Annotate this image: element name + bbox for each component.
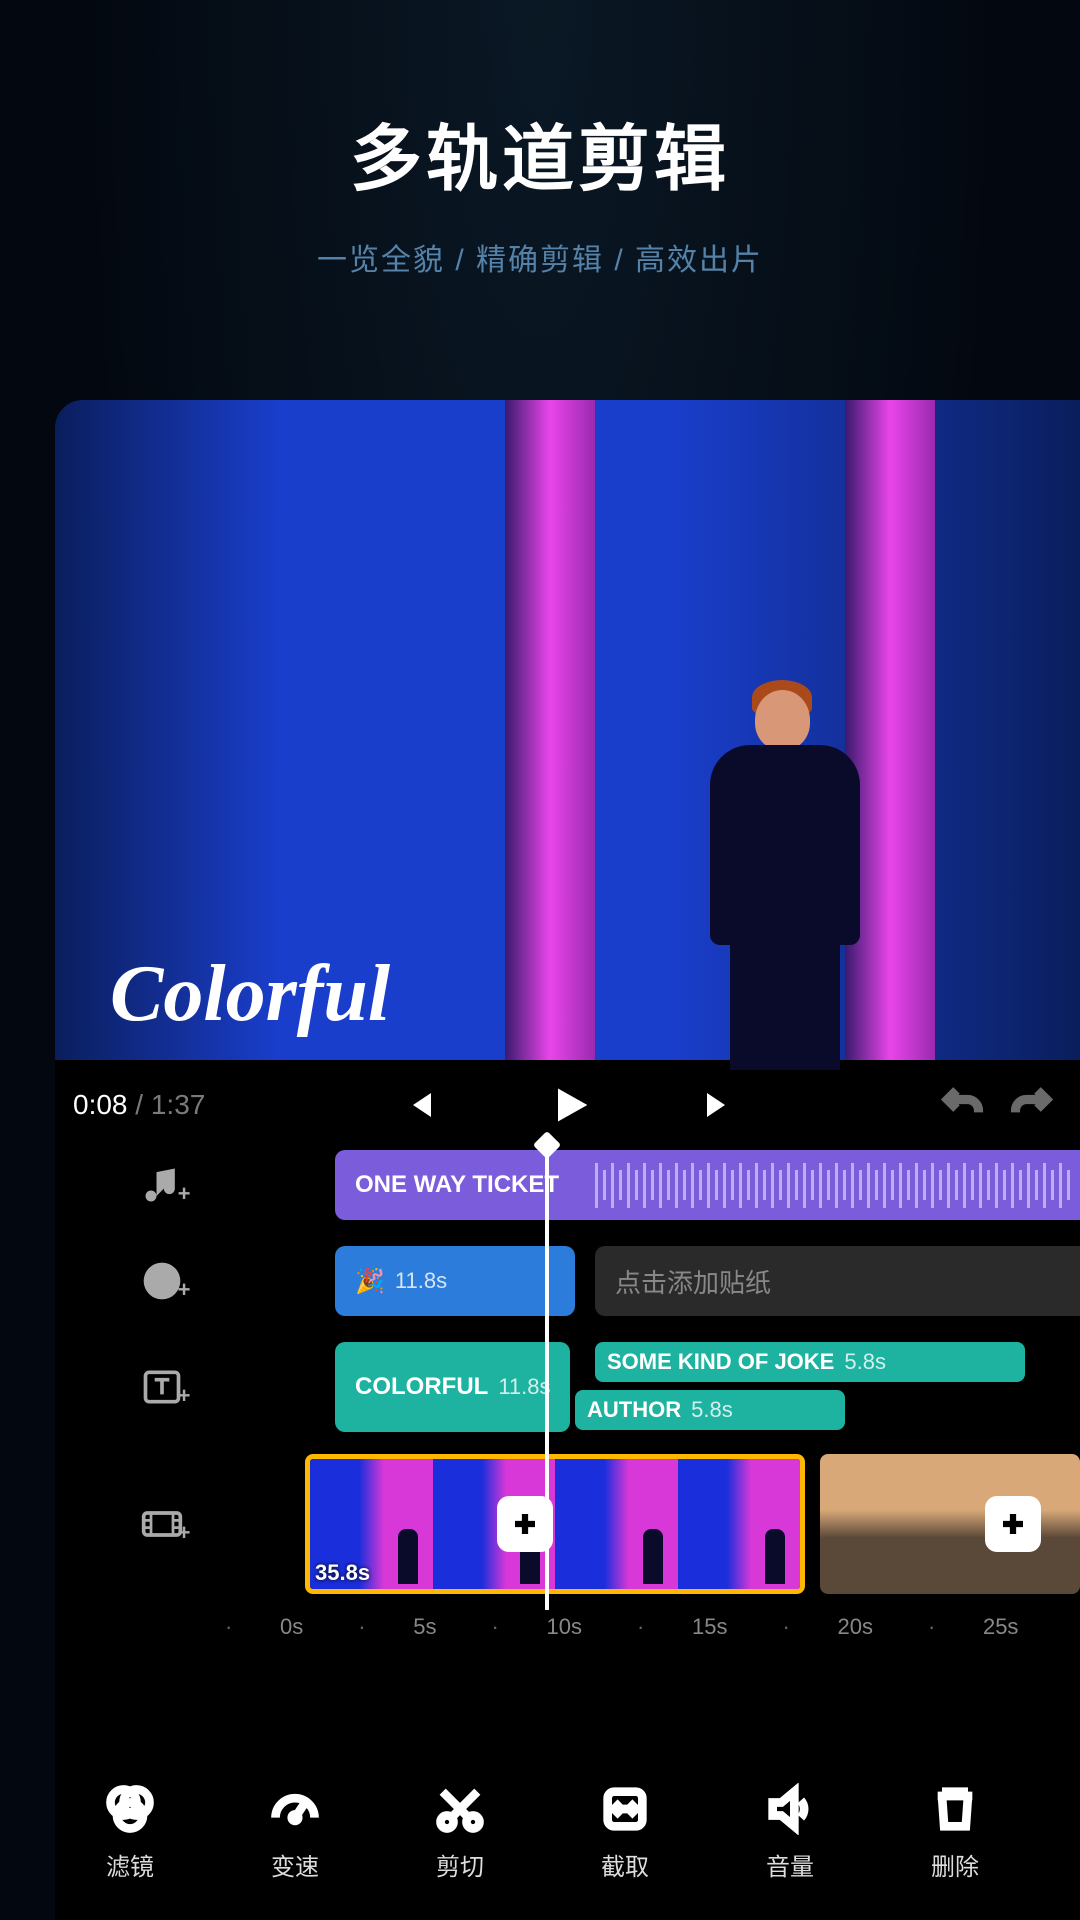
ruler-tick: 25s (983, 1614, 1018, 1640)
time-separator: / (135, 1089, 151, 1120)
video-track: + 35.8s (55, 1454, 1080, 1594)
video-preview[interactable]: Colorful (55, 400, 1080, 1060)
next-button[interactable] (689, 1087, 749, 1123)
plus-icon (998, 1509, 1028, 1539)
ruler-tick: 5s (413, 1614, 436, 1640)
text-clip-sub[interactable]: AUTHOR 5.8s (575, 1390, 845, 1430)
video-clip[interactable] (820, 1454, 1080, 1594)
undo-icon (940, 1083, 984, 1127)
editor-app: Colorful 0:08 / 1:37 + (55, 400, 1080, 1920)
bottom-toolbar: 滤镜 变速 剪切 截取 音量 删除 (55, 1745, 1080, 1920)
filter-icon (104, 1783, 156, 1835)
video-duration: 35.8s (315, 1560, 370, 1586)
music-clip-label: ONE WAY TICKET (355, 1171, 559, 1199)
time-ruler[interactable]: 0s 5s 10s 15s 20s 25s (55, 1614, 1080, 1640)
plus-icon: + (178, 1520, 191, 1546)
text-duration: 5.8s (691, 1397, 733, 1423)
sticker-emoji: 🎉 (355, 1267, 385, 1296)
tool-label: 截取 (601, 1847, 649, 1882)
play-button[interactable] (539, 1083, 599, 1127)
music-clip[interactable]: ONE WAY TICKET (335, 1150, 1080, 1220)
tool-label: 滤镜 (106, 1847, 154, 1882)
volume-icon (764, 1783, 816, 1835)
tool-label: 剪切 (436, 1847, 484, 1882)
ruler-tick: 20s (837, 1614, 872, 1640)
text-track: + COLORFUL 11.8s SOME KIND OF JOKE 5.8s … (55, 1342, 1080, 1432)
add-text-button[interactable]: + (65, 1365, 265, 1409)
sticker-clip[interactable]: 🎉 11.8s (335, 1246, 575, 1316)
skip-forward-icon (701, 1087, 737, 1123)
ruler-tick: 0s (280, 1614, 303, 1640)
promo-header: 多轨道剪辑 一览全貌 / 精确剪辑 / 高效出片 (0, 0, 1080, 279)
volume-tool[interactable]: 音量 (735, 1783, 845, 1882)
plus-icon (510, 1509, 540, 1539)
video-clip-selected[interactable] (305, 1454, 805, 1594)
transport-bar: 0:08 / 1:37 (55, 1060, 1080, 1150)
promo-title: 多轨道剪辑 (0, 100, 1080, 205)
tool-label: 变速 (271, 1847, 319, 1882)
sticker-track: + 🎉 11.8s 点击添加贴纸 (55, 1246, 1080, 1316)
music-track: + ONE WAY TICKET (55, 1150, 1080, 1220)
cut-tool[interactable]: 剪切 (405, 1783, 515, 1882)
placeholder-text: 点击添加贴纸 (615, 1263, 771, 1300)
current-time: 0:08 (73, 1089, 128, 1120)
add-sticker-placeholder[interactable]: 点击添加贴纸 (595, 1246, 1080, 1316)
preview-decoration (505, 400, 595, 1060)
redo-icon (1010, 1083, 1054, 1127)
text-label: COLORFUL (355, 1373, 488, 1401)
sticker-duration: 11.8s (395, 1268, 447, 1294)
speed-tool[interactable]: 变速 (240, 1783, 350, 1882)
undo-button[interactable] (932, 1083, 992, 1127)
preview-subject (700, 680, 870, 1060)
text-label: AUTHOR (587, 1397, 681, 1423)
tool-label: 音量 (766, 1847, 814, 1882)
plus-icon: + (178, 1277, 191, 1303)
timeline-tracks: + ONE WAY TICKET + 🎉 11.8s (55, 1150, 1080, 1640)
add-sticker-button[interactable]: + (65, 1259, 265, 1303)
delete-tool[interactable]: 删除 (900, 1783, 1010, 1882)
text-label: SOME KIND OF JOKE (607, 1349, 834, 1375)
crop-tool[interactable]: 截取 (570, 1783, 680, 1882)
ruler-tick: 15s (692, 1614, 727, 1640)
scissors-icon (434, 1783, 486, 1835)
plus-icon: + (178, 1181, 191, 1207)
speed-icon (269, 1783, 321, 1835)
plus-icon: + (178, 1383, 191, 1409)
trash-icon (929, 1783, 981, 1835)
add-video-button[interactable]: + (65, 1502, 265, 1546)
text-duration: 11.8s (498, 1374, 550, 1400)
filter-tool[interactable]: 滤镜 (75, 1783, 185, 1882)
promo-subtitle: 一览全貌 / 精确剪辑 / 高效出片 (0, 235, 1080, 279)
redo-button[interactable] (1002, 1083, 1062, 1127)
skip-back-icon (401, 1087, 437, 1123)
add-clip-after-button[interactable] (985, 1496, 1041, 1552)
total-time: 1:37 (151, 1089, 206, 1120)
tool-label: 删除 (931, 1847, 979, 1882)
prev-button[interactable] (389, 1087, 449, 1123)
preview-text-overlay: Colorful (110, 949, 390, 1040)
crop-icon (599, 1783, 651, 1835)
ruler-tick: 10s (547, 1614, 582, 1640)
time-display: 0:08 / 1:37 (73, 1089, 205, 1121)
text-clip-main[interactable]: COLORFUL 11.8s (335, 1342, 570, 1432)
text-duration: 5.8s (844, 1349, 886, 1375)
playhead[interactable] (545, 1145, 549, 1610)
waveform-icon (595, 1160, 1080, 1210)
play-icon (547, 1083, 591, 1127)
add-music-button[interactable]: + (65, 1163, 265, 1207)
text-clip-sub[interactable]: SOME KIND OF JOKE 5.8s (595, 1342, 1025, 1382)
